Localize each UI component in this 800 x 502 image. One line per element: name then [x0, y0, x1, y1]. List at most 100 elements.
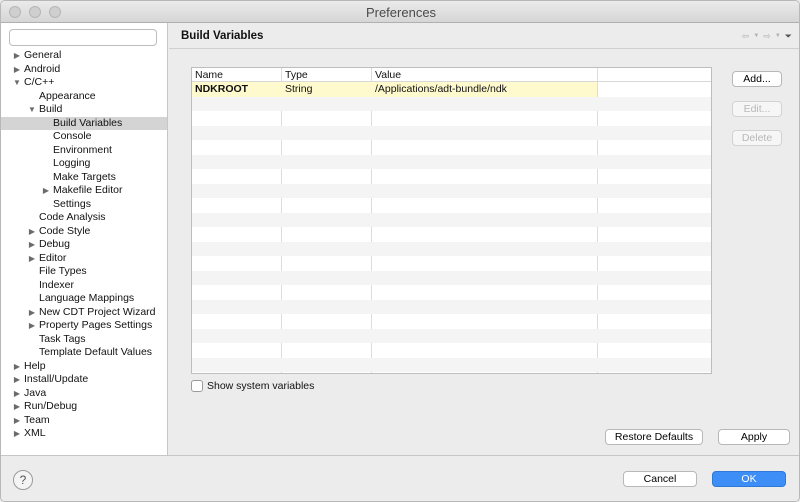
table-row[interactable] [192, 256, 711, 271]
collapsed-arrow-icon[interactable]: ▶ [28, 252, 36, 266]
collapsed-arrow-icon[interactable]: ▶ [13, 63, 21, 77]
tree-item[interactable]: Console [1, 130, 167, 144]
collapsed-arrow-icon[interactable]: ▶ [13, 427, 21, 441]
collapsed-arrow-icon[interactable]: ▶ [28, 319, 36, 333]
column-header-name[interactable]: Name [195, 69, 223, 81]
tree-item[interactable]: ▶ Editor [1, 252, 167, 266]
restore-defaults-button[interactable]: Restore Defaults [605, 429, 703, 445]
table-row[interactable] [192, 154, 711, 169]
tree-item[interactable]: Template Default Values [1, 346, 167, 360]
edit-variable-button[interactable]: Edit... [732, 101, 782, 117]
table-row[interactable] [192, 198, 711, 213]
tree-item[interactable]: ▶ Property Pages Settings [1, 319, 167, 333]
column-header-type[interactable]: Type [285, 69, 308, 81]
collapsed-arrow-icon[interactable]: ▶ [13, 373, 21, 387]
collapsed-arrow-icon[interactable]: ▶ [42, 184, 50, 198]
tree-item[interactable]: ▼ C/C++ [1, 76, 167, 90]
collapsed-arrow-icon[interactable]: ▶ [13, 360, 21, 374]
delete-variable-button[interactable]: Delete [732, 130, 782, 146]
table-row[interactable] [192, 125, 711, 140]
table-row[interactable] [192, 140, 711, 155]
cell-type: String [285, 83, 313, 95]
tree-item[interactable]: Appearance [1, 90, 167, 104]
cancel-button[interactable]: Cancel [623, 471, 697, 487]
table-body: NDKROOT String/Applications/adt-bundle/nd… [192, 82, 711, 373]
tree-item[interactable]: ▶ New CDT Project Wizard [1, 306, 167, 320]
filter-input[interactable] [9, 29, 157, 46]
table-row[interactable] [192, 212, 711, 227]
nav-forward-icon[interactable]: ⇨ [763, 31, 771, 42]
collapsed-arrow-icon[interactable]: ▶ [13, 387, 21, 401]
table-row[interactable] [192, 227, 711, 242]
apply-button[interactable]: Apply [718, 429, 790, 445]
tree-item[interactable]: Settings [1, 198, 167, 212]
tree-item-label: Editor [39, 251, 67, 264]
tree-item-label: Makefile Editor [53, 184, 123, 196]
dialog-footer: ? Cancel OK [1, 455, 799, 501]
tree-item[interactable]: ▶ Team [1, 414, 167, 428]
collapsed-arrow-icon[interactable]: ▶ [13, 49, 21, 63]
table-row[interactable] [192, 183, 711, 198]
table-row[interactable] [192, 96, 711, 111]
help-icon[interactable]: ? [13, 470, 33, 490]
tree-item[interactable]: ▶ Code Style [1, 225, 167, 239]
table-row[interactable] [192, 241, 711, 256]
table-row[interactable] [192, 111, 711, 126]
tree-item[interactable]: ▶ Makefile Editor [1, 184, 167, 198]
preferences-tree: ▶ General ▶ Android ▼ C/C++ Appearance ▼ Build Bu… [1, 49, 167, 441]
tree-item-label: Task Tags [39, 332, 86, 345]
cell-name: NDKROOT [195, 83, 249, 95]
table-row[interactable] [192, 343, 711, 358]
table-row[interactable] [192, 285, 711, 300]
collapsed-arrow-icon[interactable]: ▶ [13, 400, 21, 414]
tree-item[interactable]: ▼ Build [1, 103, 167, 117]
tree-item[interactable]: ▶ Install/Update [1, 373, 167, 387]
tree-item[interactable]: Build Variables [1, 116, 167, 130]
tree-item-label: Java [24, 386, 47, 399]
show-system-variables-checkbox[interactable] [191, 380, 203, 392]
tree-item[interactable]: Make Targets [1, 171, 167, 185]
tree-item[interactable]: ▶ XML [1, 427, 167, 441]
tree-item[interactable]: ▶ Run/Debug [1, 400, 167, 414]
ok-button[interactable]: OK [712, 471, 786, 487]
tree-item[interactable]: File Types [1, 265, 167, 279]
tree-item[interactable]: Task Tags [1, 333, 167, 347]
table-row[interactable] [192, 372, 711, 373]
tree-item[interactable]: ▶ Java [1, 387, 167, 401]
table-row[interactable] [192, 357, 711, 372]
table-row[interactable] [192, 270, 711, 285]
tree-item-label: Run/Debug [24, 400, 78, 412]
tree-item[interactable]: Indexer [1, 279, 167, 293]
tree-item[interactable]: ▶ Help [1, 360, 167, 374]
tree-item-label: Language Mappings [39, 292, 135, 304]
tree-item[interactable]: Code Analysis [1, 211, 167, 225]
collapsed-arrow-icon[interactable]: ▶ [28, 225, 36, 239]
tree-item-label: Template Default Values [39, 346, 153, 358]
collapsed-arrow-icon[interactable]: ▶ [28, 238, 36, 252]
build-variables-table[interactable]: Name Type Value NDKROOT String/Applicatio… [191, 67, 712, 374]
column-header-value[interactable]: Value [375, 69, 401, 81]
add-variable-button[interactable]: Add... [732, 71, 782, 87]
collapsed-arrow-icon[interactable]: ▶ [13, 414, 21, 428]
table-row[interactable] [192, 169, 711, 184]
table-row[interactable]: NDKROOT String/Applications/adt-bundle/nd… [192, 82, 711, 97]
table-row[interactable] [192, 299, 711, 314]
expanded-arrow-icon[interactable]: ▼ [13, 76, 21, 90]
tree-item[interactable]: Logging [1, 157, 167, 171]
tree-item-label: Code Analysis [39, 211, 106, 223]
tree-item-label: Build Variables [53, 116, 123, 129]
expanded-arrow-icon[interactable]: ▼ [28, 103, 36, 117]
table-row[interactable] [192, 328, 711, 343]
tree-item[interactable]: Language Mappings [1, 292, 167, 306]
collapsed-arrow-icon[interactable]: ▶ [28, 306, 36, 320]
tree-item[interactable]: Environment [1, 144, 167, 158]
nav-back-icon[interactable]: ⇦ [742, 31, 750, 42]
tree-item-label: File Types [39, 265, 87, 277]
tree-item[interactable]: ▶ General [1, 49, 167, 63]
nav-forward-dropdown-icon[interactable]: ▼ [775, 33, 781, 39]
tree-item[interactable]: ▶ Debug [1, 238, 167, 252]
nav-back-dropdown-icon[interactable]: ▼ [753, 33, 759, 39]
table-row[interactable] [192, 314, 711, 329]
tree-item[interactable]: ▶ Android [1, 63, 167, 77]
view-menu-icon[interactable]: ⏷ [785, 31, 792, 42]
